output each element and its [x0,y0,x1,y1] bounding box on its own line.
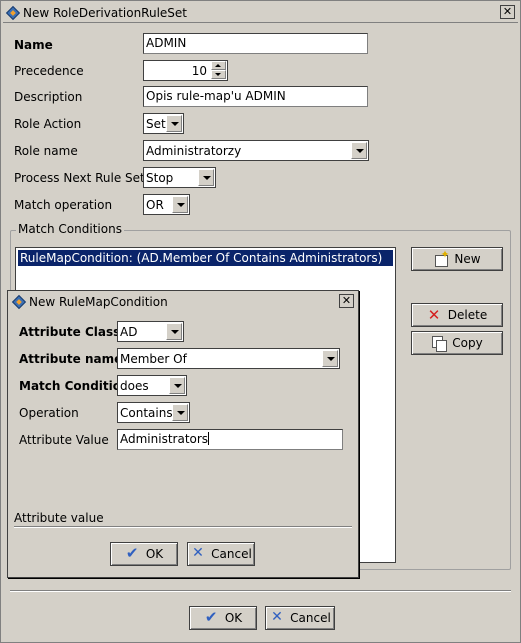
copy-icon [431,335,448,352]
window-title: New RoleDerivationRuleSet [23,5,188,20]
attribute-name-label: Attribute name [19,352,123,366]
description-field[interactable]: Opis rule-map'u ADMIN [143,86,368,107]
ok-icon [204,608,220,626]
dropdown-arrow-icon[interactable] [172,196,188,213]
dropdown-arrow-icon[interactable] [198,169,214,186]
cancel-icon [269,609,285,626]
rule-map-condition-dialog: New RuleMapCondition ✕ Attribute Class A… [7,290,359,578]
attribute-value-label: Attribute Value [19,433,109,447]
role-action-select[interactable]: Set [143,113,184,134]
new-condition-button[interactable]: New [411,247,503,271]
precedence-label: Precedence [14,64,84,78]
role-name-label: Role name [14,144,78,158]
ok-icon [125,544,141,562]
new-icon [433,248,450,267]
attribute-class-label: Attribute Class [19,325,121,339]
cancel-button-label: Cancel [290,611,331,625]
app-icon [11,294,27,310]
ok-button[interactable]: OK [189,606,257,630]
role-action-label: Role Action [14,117,82,131]
match-condition-select[interactable]: does [117,375,187,396]
attribute-value-text: Administrators [120,432,209,446]
process-next-label: Process Next Rule Set [14,171,145,185]
dialog-ok-button[interactable]: OK [110,542,178,566]
attribute-name-value: Member Of [120,352,187,366]
operation-select[interactable]: Contains [117,402,190,423]
delete-button-label: Delete [447,308,488,322]
precedence-value: 10 [191,64,207,78]
attribute-name-select[interactable]: Member Of [117,348,340,369]
dropdown-arrow-icon[interactable] [172,404,188,421]
ok-button-label: OK [224,611,243,625]
match-conditions-title: Match Conditions [16,222,124,236]
role-name-select[interactable]: Administratorzy [143,140,369,161]
dropdown-arrow-icon[interactable] [169,377,185,394]
dialog-ok-label: OK [145,547,164,561]
match-operation-value: OR [146,198,164,212]
close-icon[interactable]: ✕ [500,5,515,19]
spinner-up-icon[interactable] [211,61,226,70]
match-operation-select[interactable]: OR [143,194,190,215]
dropdown-arrow-icon[interactable] [351,142,367,159]
copy-condition-button[interactable]: Copy [411,331,503,355]
delete-icon [427,306,443,324]
attribute-class-value: AD [120,325,138,339]
text-caret [208,432,210,445]
dialog-cancel-label: Cancel [211,547,252,561]
precedence-spinner[interactable]: 10 [143,60,228,81]
role-action-value: Set [146,117,166,131]
delete-condition-button[interactable]: Delete [411,303,503,327]
dropdown-arrow-icon[interactable] [322,350,338,367]
copy-button-label: Copy [452,336,483,350]
attribute-value-field[interactable]: Administrators [117,429,343,450]
match-operation-label: Match operation [14,198,113,212]
match-condition-label: Match Condition [19,379,130,393]
close-icon[interactable]: ✕ [339,294,354,308]
dialog-title: New RuleMapCondition [29,295,168,309]
attribute-class-select[interactable]: AD [117,321,184,342]
new-button-label: New [454,252,481,266]
dialog-separator [14,526,352,528]
description-label: Description [14,90,83,104]
spinner-down-icon[interactable] [211,70,226,79]
process-next-value: Stop [146,171,174,185]
app-icon [5,5,21,20]
name-label: Name [14,38,53,52]
bottom-separator [10,590,511,592]
match-condition-value: does [120,379,149,393]
dialog-cancel-button[interactable]: Cancel [187,542,255,566]
main-titlebar[interactable]: New RoleDerivationRuleSet ✕ [3,3,518,23]
dropdown-arrow-icon[interactable] [166,115,182,132]
help-text: Attribute value [14,511,104,525]
cancel-button[interactable]: Cancel [265,606,335,630]
dropdown-arrow-icon[interactable] [166,323,182,340]
cancel-icon [190,545,206,562]
operation-label: Operation [19,406,79,420]
operation-value: Contains [120,406,173,420]
list-item[interactable]: RuleMapCondition: (AD.Member Of Contains… [18,250,393,266]
role-name-value: Administratorzy [146,144,242,158]
process-next-select[interactable]: Stop [143,167,216,188]
name-field[interactable]: ADMIN [143,33,368,54]
dialog-titlebar[interactable]: New RuleMapCondition ✕ [9,292,357,312]
